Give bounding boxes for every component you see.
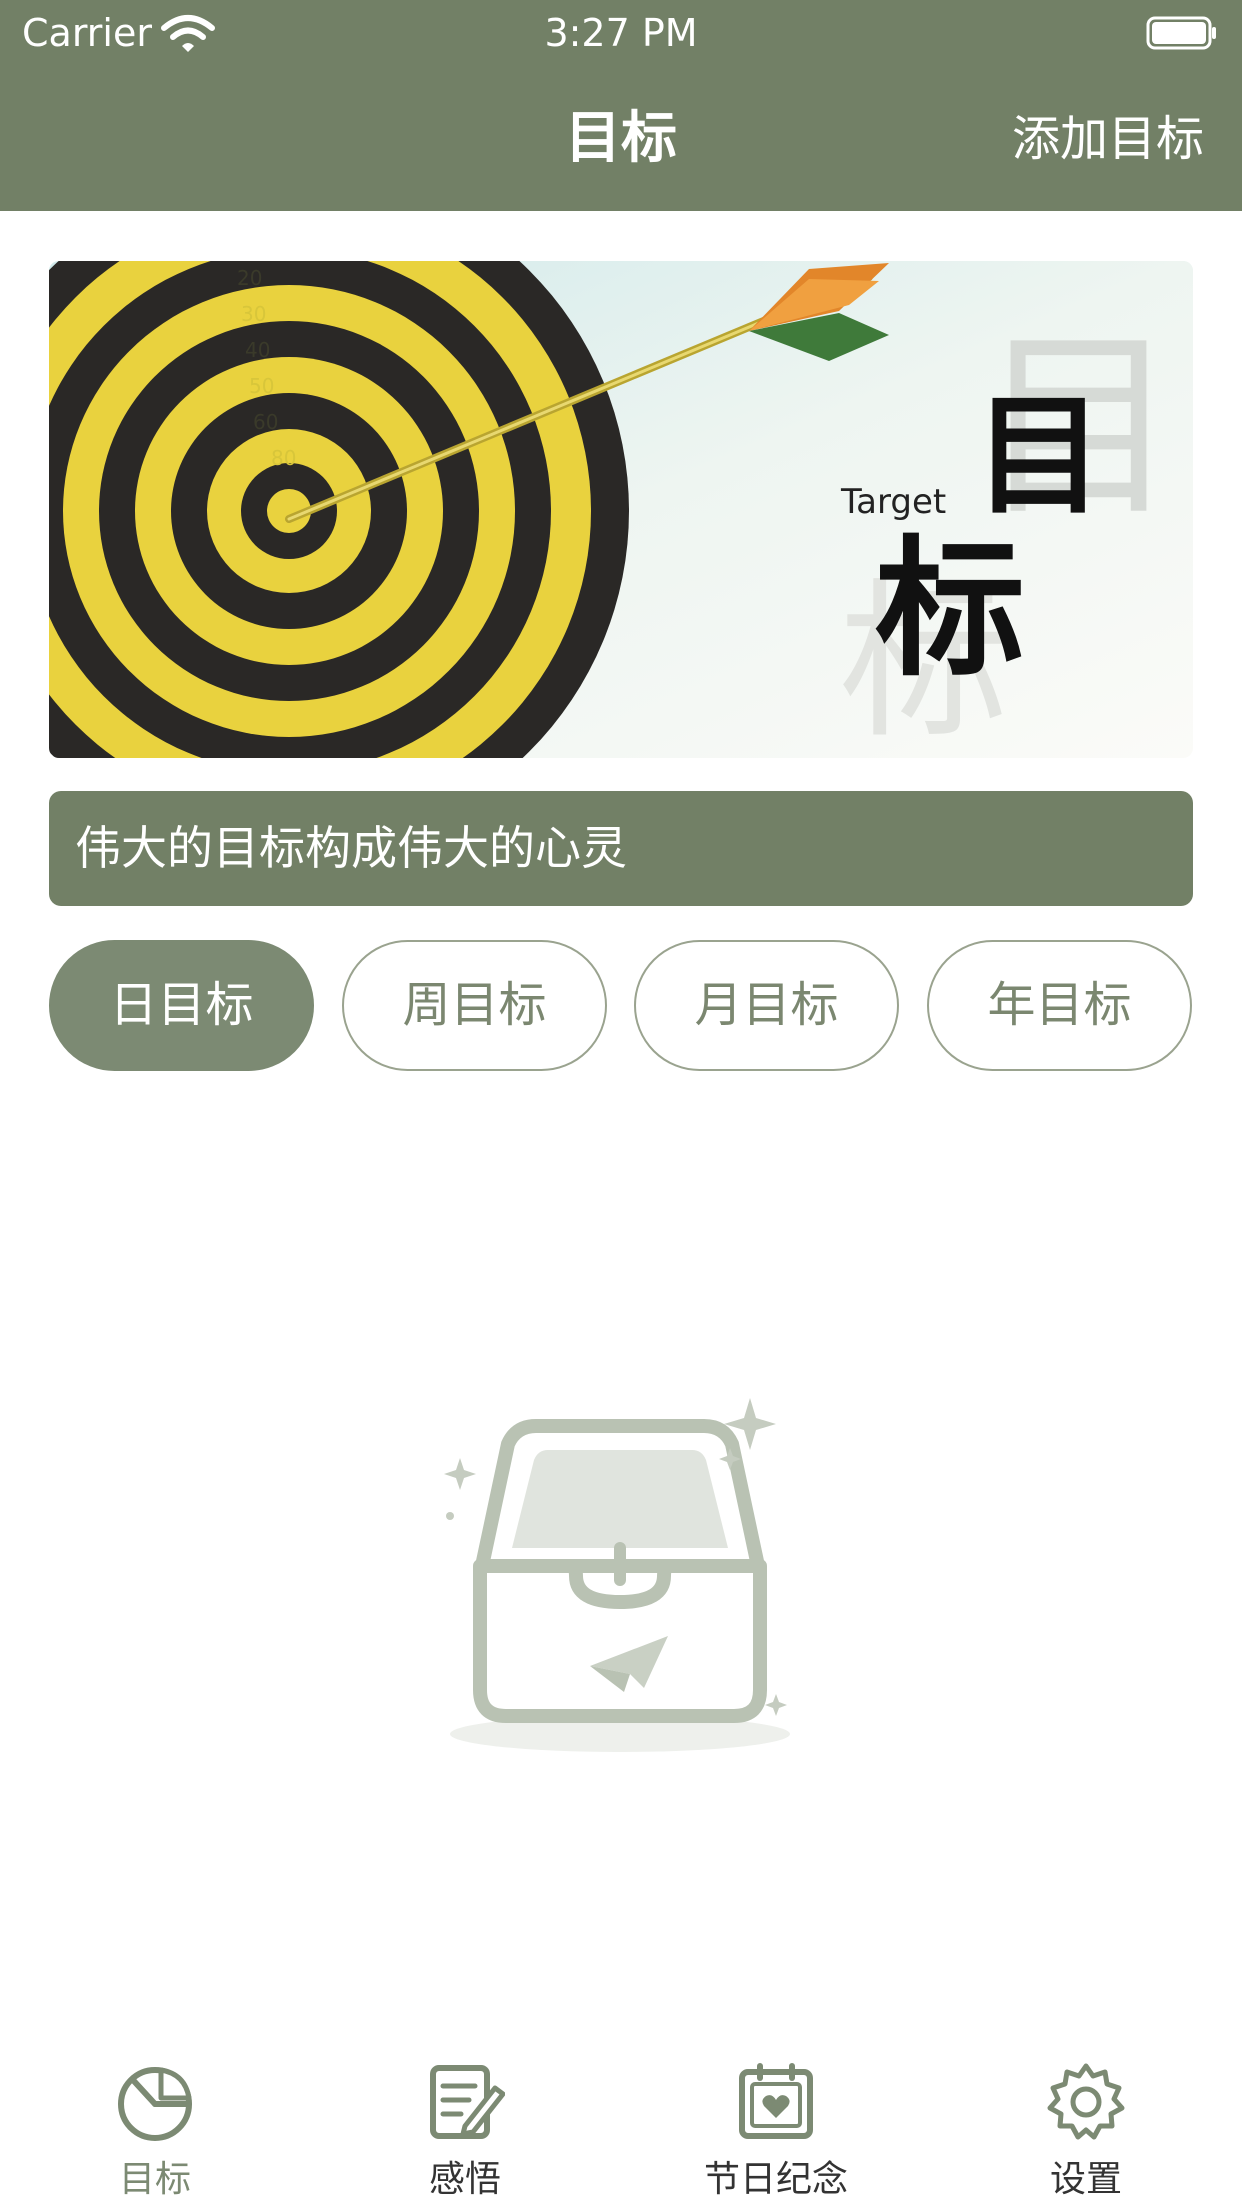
gear-icon: [1047, 2063, 1125, 2140]
ring-label: 40: [245, 338, 270, 362]
tab-monthly-goals[interactable]: 月目标: [634, 940, 899, 1071]
status-bar: Carrier 3:27 PM: [0, 0, 1242, 66]
ring-label: 60: [253, 410, 278, 434]
tabbar-label-settings: 设置: [1049, 2159, 1122, 2200]
app-screen: Carrier 3:27 PM 目标 添加目标 20 30 40 50 60 8…: [0, 0, 1242, 2208]
tabbar-label-goals: 目标: [118, 2159, 191, 2200]
tab-daily-goals[interactable]: 日目标: [49, 940, 314, 1071]
empty-inbox-icon: [444, 1398, 790, 1752]
target-banner-image: 20 30 40 50 60 80 目 标 Target 目 标: [49, 261, 1193, 758]
calendar-heart-icon: [739, 2063, 813, 2139]
tab-weekly-goals[interactable]: 周目标: [342, 940, 607, 1071]
tabbar-label-reflections: 感悟: [428, 2159, 501, 2200]
banner-caption-chinese-bottom: 标: [875, 521, 1025, 697]
motto-bar: 伟大的目标构成伟大的心灵: [49, 791, 1193, 906]
tabbar-item-holidays[interactable]: 节日纪念: [621, 2040, 931, 2208]
ring-label: 20: [237, 266, 262, 290]
tab-yearly-goals[interactable]: 年目标: [927, 940, 1192, 1071]
ring-label: 80: [271, 446, 296, 470]
tabbar-item-reflections[interactable]: 感悟: [310, 2040, 620, 2208]
battery-icon: [1146, 16, 1216, 50]
tabbar-item-settings[interactable]: 设置: [931, 2040, 1241, 2208]
bottom-tab-bar: 目标 感悟 节日纪念 设置: [0, 2040, 1242, 2208]
tabbar-item-goals[interactable]: 目标: [0, 2040, 310, 2208]
tabbar-label-holidays: 节日纪念: [703, 2159, 848, 2200]
ring-label: 30: [241, 302, 266, 326]
banner-caption-english: Target: [840, 482, 946, 522]
note-edit-icon: [430, 2065, 505, 2139]
ring-label: 50: [249, 374, 274, 398]
navigation-header: Carrier 3:27 PM 目标 添加目标: [0, 0, 1242, 211]
pie-chart-icon: [118, 2067, 192, 2141]
add-goal-button[interactable]: 添加目标: [1012, 108, 1204, 170]
status-time: 3:27 PM: [544, 11, 698, 55]
banner-caption-chinese-top: 目: [974, 379, 1104, 532]
dartboard-illustration: 20 30 40 50 60 80 目 标 Target 目 标: [49, 261, 1193, 758]
